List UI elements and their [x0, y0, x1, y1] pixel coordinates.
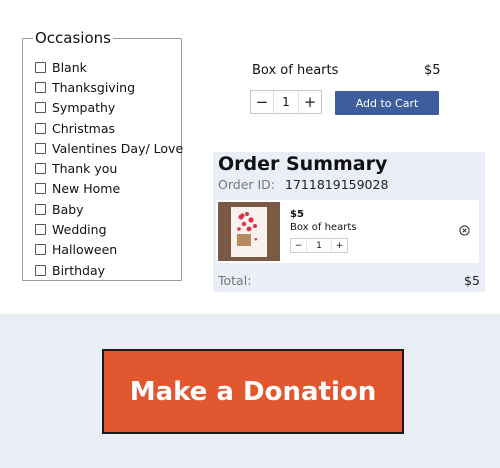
order-summary: Order Summary Order ID: 1711819159028 ♥ …: [213, 152, 485, 292]
occasion-option-birthday[interactable]: Birthday: [35, 260, 183, 280]
checkbox[interactable]: [35, 183, 46, 195]
order-id-row: Order ID: 1711819159028: [218, 177, 388, 192]
decrement-button[interactable]: −: [251, 91, 273, 113]
occasion-option-christmas[interactable]: Christmas: [35, 118, 183, 138]
occasions-filter: Occasions Blank Thanksgiving Sympathy Ch…: [22, 29, 183, 281]
checkbox[interactable]: [35, 61, 46, 73]
product-price: $5: [424, 63, 441, 78]
increment-button[interactable]: +: [299, 91, 321, 113]
occasion-option-halloween[interactable]: Halloween: [35, 240, 183, 260]
occasion-label: Sympathy: [52, 100, 116, 116]
occasion-label: Birthday: [52, 262, 106, 278]
cart-decrement-button[interactable]: −: [291, 239, 306, 252]
occasion-label: Thanksgiving: [52, 79, 136, 95]
total-label: Total:: [218, 273, 252, 288]
occasion-label: Christmas: [52, 120, 116, 136]
occasion-label: Halloween: [52, 242, 118, 258]
order-id-label: Order ID:: [218, 177, 276, 192]
quantity-value[interactable]: 1: [273, 91, 299, 113]
checkbox[interactable]: [35, 163, 46, 175]
order-summary-title: Order Summary: [218, 153, 388, 175]
product-name: Box of hearts: [252, 63, 339, 78]
checkbox[interactable]: [35, 102, 46, 114]
checkbox[interactable]: [35, 203, 46, 215]
checkbox[interactable]: [35, 244, 46, 256]
cart-item-name: Box of hearts: [290, 222, 357, 233]
occasion-option-wedding[interactable]: Wedding: [35, 219, 183, 239]
quantity-stepper: − 1 +: [250, 90, 322, 114]
occasion-option-thanksgiving[interactable]: Thanksgiving: [35, 77, 183, 97]
occasions-legend: Occasions: [33, 29, 113, 47]
close-circle-icon: [459, 225, 470, 236]
cart-item-price: $5: [290, 209, 304, 220]
hearts-card-image: ♥: [231, 206, 267, 257]
donation-section: Make a Donation: [0, 314, 500, 468]
order-id-value: 1711819159028: [285, 177, 389, 192]
checkbox[interactable]: [35, 224, 46, 236]
checkbox[interactable]: [35, 122, 46, 134]
occasions-list: Blank Thanksgiving Sympathy Christmas Va…: [35, 57, 183, 280]
cart-increment-button[interactable]: +: [332, 239, 347, 252]
occasion-option-thank-you[interactable]: Thank you: [35, 158, 183, 178]
occasion-label: Baby: [52, 201, 84, 217]
occasion-label: Wedding: [52, 222, 107, 238]
make-donation-button[interactable]: Make a Donation: [102, 349, 404, 434]
checkbox[interactable]: [35, 142, 46, 154]
occasion-option-baby[interactable]: Baby: [35, 199, 183, 219]
add-to-cart-button[interactable]: Add to Cart: [335, 91, 439, 115]
remove-item-button[interactable]: [459, 225, 470, 236]
occasion-option-valentines[interactable]: Valentines Day/ Love: [35, 138, 183, 158]
occasion-option-sympathy[interactable]: Sympathy: [35, 98, 183, 118]
svg-text:♥: ♥: [254, 237, 258, 242]
cart-item-quantity-stepper: − 1 +: [290, 238, 348, 253]
cart-quantity-value[interactable]: 1: [306, 239, 332, 252]
cart-item: ♥ $5 Box of hearts − 1 +: [216, 200, 479, 263]
occasion-label: Valentines Day/ Love: [52, 140, 184, 156]
total-value: $5: [464, 273, 480, 288]
checkbox[interactable]: [35, 264, 46, 276]
occasion-label: Blank: [52, 59, 87, 75]
checkbox[interactable]: [35, 81, 46, 93]
occasion-label: Thank you: [52, 161, 118, 177]
occasion-option-new-home[interactable]: New Home: [35, 179, 183, 199]
product-thumbnail: ♥: [218, 202, 280, 261]
occasion-option-blank[interactable]: Blank: [35, 57, 183, 77]
occasion-label: New Home: [52, 181, 121, 197]
